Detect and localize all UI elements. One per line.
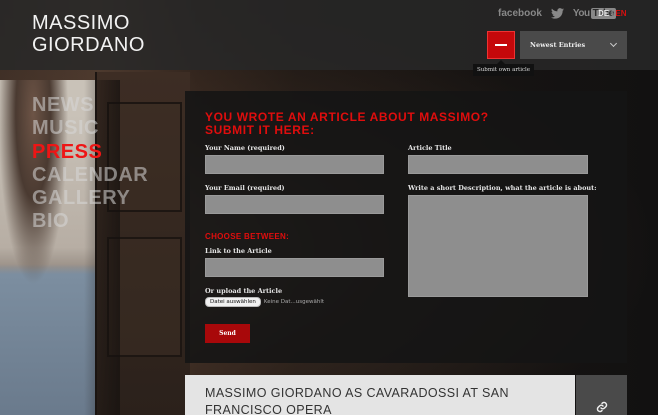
link-field[interactable] <box>205 258 384 277</box>
description-textarea[interactable] <box>408 195 588 297</box>
sort-dropdown[interactable]: Newest Entries <box>520 31 627 59</box>
lang-en[interactable]: EN <box>615 9 626 18</box>
nav-item-bio[interactable]: BIO <box>32 210 148 233</box>
nav-item-news[interactable]: NEWS <box>32 94 148 117</box>
main-nav: NEWS MUSIC PRESS CALENDAR GALLERY BIO <box>32 94 148 234</box>
article-title-label: Article Title <box>408 144 452 152</box>
description-label: Write a short Description, what the arti… <box>408 184 597 192</box>
article-card[interactable]: MASSIMO GIORDANO AS CAVARADOSSI AT SAN F… <box>185 375 575 415</box>
choose-file-button[interactable]: Datei auswählen <box>205 297 261 307</box>
article-title-field[interactable] <box>408 155 588 174</box>
facebook-link[interactable]: facebook <box>498 8 542 19</box>
email-label: Your Email (required) <box>205 184 285 192</box>
file-status: Keine Dat...usgewählt <box>263 299 325 305</box>
send-button[interactable]: Send <box>205 324 250 343</box>
nav-item-music[interactable]: MUSIC <box>32 117 148 140</box>
lang-de[interactable]: DE <box>598 9 609 18</box>
nav-item-gallery[interactable]: GALLERY <box>32 187 148 210</box>
twitter-icon[interactable] <box>550 8 564 19</box>
email-field[interactable] <box>205 195 384 214</box>
form-title: YOU WROTE AN ARTICLE ABOUT MASSIMO? SUBM… <box>205 110 489 137</box>
name-label: Your Name (required) <box>205 144 285 152</box>
choose-between-heading: CHOOSE BETWEEN: <box>205 232 290 241</box>
minus-icon <box>495 44 507 46</box>
nav-item-press[interactable]: PRESS <box>32 141 148 164</box>
language-switch: DE | EN <box>598 9 627 18</box>
chevron-down-icon <box>609 39 618 48</box>
upload-label: Or upload the Article <box>205 287 283 295</box>
article-title: MASSIMO GIORDANO AS CAVARADOSSI AT SAN F… <box>205 386 509 415</box>
dropdown-selected: Newest Entries <box>530 41 586 49</box>
site-logo[interactable]: MASSIMO GIORDANO <box>32 12 145 56</box>
submit-article-button[interactable] <box>487 31 515 59</box>
submit-tooltip: Submit own article <box>473 60 535 76</box>
name-field[interactable] <box>205 155 384 174</box>
link-icon[interactable] <box>596 401 608 413</box>
file-upload: Datei auswählen Keine Dat...usgewählt <box>205 297 324 307</box>
nav-item-calendar[interactable]: CALENDAR <box>32 164 148 187</box>
link-label: Link to the Article <box>205 247 272 255</box>
